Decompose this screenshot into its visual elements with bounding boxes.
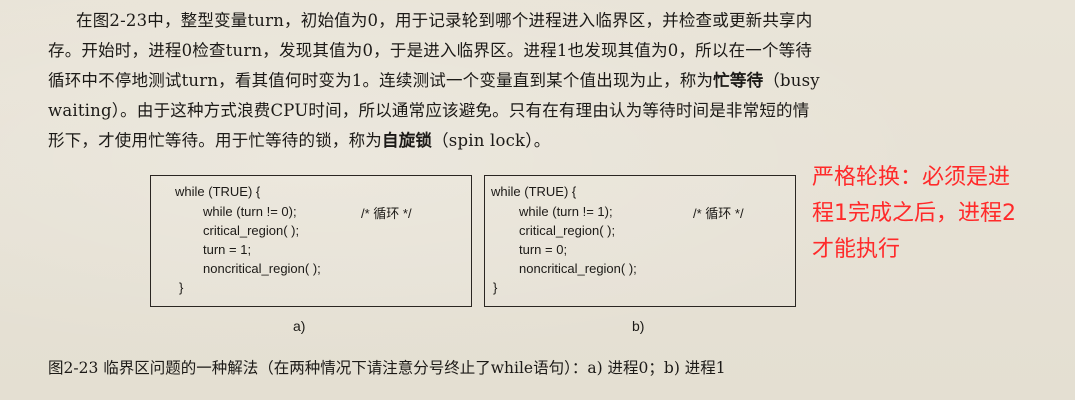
book-page-photo: 在图2-23中，整型变量turn，初始值为0，用于记录轮到哪个进程进入临界区，并… bbox=[0, 0, 1075, 400]
paragraph-line-1: 在图2-23中，整型变量turn，初始值为0，用于记录轮到哪个进程进入临界区，并… bbox=[76, 11, 813, 30]
term-busy-waiting: 忙等待 bbox=[713, 71, 764, 90]
code-b-line-4: turn = 0; bbox=[519, 242, 568, 257]
body-paragraph: 在图2-23中，整型变量turn，初始值为0，用于记录轮到哪个进程进入临界区，并… bbox=[48, 6, 1038, 156]
paragraph-line-2: 存。开始时，进程0检查turn，发现其值为0，于是进入临界区。进程1也发现其值为… bbox=[48, 41, 813, 60]
paragraph-line-3-tail: （busy bbox=[763, 71, 820, 90]
code-a-comment: /* 循环 */ bbox=[361, 206, 412, 221]
code-a-line-1: while (TRUE) { bbox=[175, 184, 261, 199]
annotation-line-2: 程1完成之后，进程2 bbox=[812, 201, 1016, 226]
paragraph-line-5-tail: （spin lock）。 bbox=[432, 131, 551, 150]
paragraph-line-4: waiting）。由于这种方式浪费CPU时间，所以通常应该避免。只有在有理由认为… bbox=[48, 101, 810, 120]
code-a-line-5: noncritical_region( ); bbox=[203, 261, 321, 276]
code-a-line-3: critical_region( ); bbox=[203, 223, 300, 238]
code-b-line-5: noncritical_region( ); bbox=[519, 261, 637, 276]
paragraph-line-3: 循环中不停地测试turn，看其值何时变为1。连续测试一个变量直到某个值出现为止，… bbox=[48, 71, 714, 90]
figure-label-a: a) bbox=[293, 318, 306, 334]
term-spin-lock: 自旋锁 bbox=[382, 131, 433, 150]
code-a-line-4: turn = 1; bbox=[203, 242, 252, 257]
code-a-line-6: } bbox=[179, 280, 184, 295]
code-box-process-0: while (TRUE) { while (turn != 0); /* 循环 … bbox=[150, 175, 472, 307]
code-b-line-6: } bbox=[493, 280, 498, 295]
annotation-line-3: 才能执行 bbox=[812, 237, 901, 262]
figure-caption: 图2-23 临界区问题的一种解法（在两种情况下请注意分号终止了while语句）：… bbox=[48, 359, 726, 377]
code-b-comment: /* 循环 */ bbox=[693, 206, 744, 221]
paragraph-line-5: 形下，才使用忙等待。用于忙等待的锁，称为 bbox=[48, 131, 382, 150]
figure-label-b: b) bbox=[632, 318, 645, 334]
code-b-line-2: while (turn != 1); bbox=[519, 204, 613, 219]
code-box-process-1: while (TRUE) { while (turn != 1); /* 循环 … bbox=[484, 175, 796, 307]
annotation-line-1: 严格轮换：必须是进 bbox=[812, 165, 1011, 190]
code-a-line-2: while (turn != 0); bbox=[203, 204, 297, 219]
code-b-line-3: critical_region( ); bbox=[519, 223, 616, 238]
code-b-line-1: while (TRUE) { bbox=[491, 184, 577, 199]
handwritten-annotation: 严格轮换：必须是进 程1完成之后，进程2 才能执行 bbox=[812, 160, 1062, 268]
